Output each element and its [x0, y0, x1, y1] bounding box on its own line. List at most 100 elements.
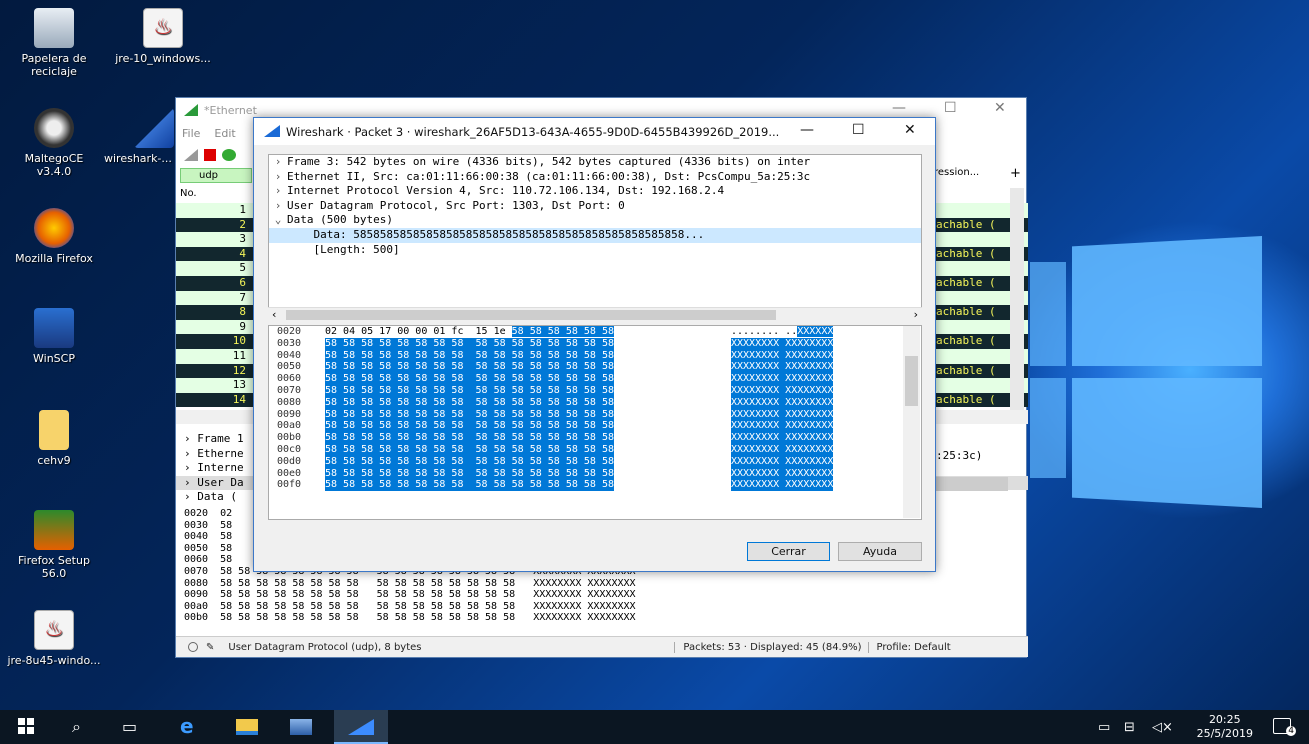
wireshark-fin-icon — [264, 125, 280, 137]
packet-info: achable ( — [936, 275, 996, 289]
packet-number: 7 — [239, 290, 246, 304]
tree-row-text: Frame 3: 542 bytes on wire (4336 bits), … — [287, 155, 811, 168]
packet-dialog[interactable]: Wireshark · Packet 3 · wireshark_26AF5D1… — [253, 117, 936, 572]
server-manager-icon[interactable] — [290, 719, 312, 735]
hex-bytes: 58 58 58 58 58 58 58 58 58 58 58 58 58 5… — [325, 479, 614, 492]
restart-capture-icon[interactable] — [222, 149, 236, 161]
network-icon[interactable]: ▭ — [1098, 720, 1110, 735]
hex-line: 00a0 58 58 58 58 58 58 58 58 58 58 58 58 … — [269, 420, 921, 433]
close-button[interactable]: Cerrar — [747, 542, 830, 561]
file-explorer-icon[interactable] — [236, 719, 258, 735]
scroll-thumb[interactable] — [905, 356, 918, 406]
hex-offset: 0040 — [277, 349, 302, 361]
tree-row[interactable]: Data: 5858585858585858585858585858585858… — [269, 227, 921, 243]
volume-muted-icon[interactable]: ◁× — [1152, 720, 1173, 735]
hex-ascii: XXXXXXXX XXXXXXXX — [731, 337, 834, 350]
stop-capture-icon[interactable] — [204, 149, 216, 161]
desktop-icon-firefox[interactable]: Mozilla Firefox — [6, 208, 102, 265]
hex-line: 0080 58 58 58 58 58 58 58 58 58 58 58 58 … — [269, 396, 921, 409]
dialog-titlebar[interactable]: Wireshark · Packet 3 · wireshark_26AF5D1… — [254, 118, 935, 145]
minimize-icon[interactable]: — — [800, 122, 814, 138]
hex-bytes-plain: 02 04 05 17 00 00 01 fc 15 1e — [325, 326, 512, 337]
display-filter-input[interactable]: udp — [180, 168, 252, 183]
hex-line: 0070 58 58 58 58 58 58 58 58 58 58 58 58 … — [269, 384, 921, 397]
notification-center-icon[interactable]: 4 — [1273, 718, 1296, 736]
close-icon[interactable]: ✕ — [904, 122, 916, 138]
desktop-icon-cehv9[interactable]: cehv9 — [6, 410, 102, 467]
hex-ascii: XXXXXXXX XXXXXXXX — [731, 408, 834, 421]
hex-offset: 0060 — [277, 373, 302, 385]
tree-row[interactable]: › Ethernet II, Src: ca:01:11:66:00:38 (ca… — [269, 170, 921, 185]
tree-row[interactable]: [Length: 500] — [269, 243, 921, 258]
tree-hscroll[interactable]: ‹ › — [268, 307, 922, 321]
help-button[interactable]: Ayuda — [838, 542, 922, 561]
edit-comment-icon[interactable]: ✎ — [206, 642, 214, 653]
packet-hex-pane[interactable]: 0020 02 04 05 17 00 00 01 fc 15 1e 58 58 … — [268, 325, 922, 520]
hex-ascii-selected: XXXXXX — [797, 326, 834, 337]
packet-info: achable ( — [936, 246, 996, 260]
hex-ascii: XXXXXXXX XXXXXXXX — [731, 420, 834, 433]
clock-date: 25/5/2019 — [1196, 727, 1253, 740]
tree-row-text: User Datagram Protocol, Src Port: 1303, … — [287, 198, 625, 212]
desktop-icon-jre10[interactable]: ♨ jre-10_windows... — [115, 8, 211, 65]
maximize-icon[interactable]: ☐ — [944, 100, 957, 116]
minimize-icon[interactable]: — — [892, 100, 906, 116]
hex-line: 0040 58 58 58 58 58 58 58 58 58 58 58 58 … — [269, 349, 921, 362]
scroll-right-icon[interactable]: › — [914, 308, 918, 321]
hex-ascii: XXXXXXXX XXXXXXXX — [731, 432, 834, 444]
status-packets: Packets: 53 · Displayed: 45 (84.9%) — [674, 641, 867, 653]
packet-number: 5 — [239, 261, 246, 275]
chevron-right-icon[interactable]: › — [269, 170, 287, 185]
shark-fin-icon[interactable] — [184, 149, 198, 161]
network-error-icon[interactable]: ⊟ — [1124, 720, 1135, 735]
desktop-icon-recycle-bin[interactable]: Papelera de reciclaje — [6, 8, 102, 78]
edge-icon[interactable]: e — [180, 714, 194, 738]
expression-button[interactable]: ression... — [934, 167, 996, 178]
packet-info: achable ( — [936, 363, 996, 377]
packet-number: 12 — [232, 363, 246, 377]
hex-ascii: XXXXXXXX XXXXXXXX — [731, 373, 834, 385]
scroll-thumb[interactable] — [286, 310, 776, 320]
task-view-icon[interactable]: ▭ — [122, 717, 137, 736]
windows-logo-pane — [1030, 262, 1066, 366]
hex-bytes: 58 58 58 58 58 58 58 58 58 58 58 58 58 5… — [325, 420, 614, 433]
status-profile[interactable]: Profile: Default — [867, 641, 951, 653]
hex-line: 0030 58 58 58 58 58 58 58 58 58 58 58 58 … — [269, 337, 921, 350]
clock[interactable]: 20:25 25/5/2019 — [1197, 713, 1253, 741]
search-icon[interactable]: ⌕ — [72, 717, 81, 737]
desktop-icon-firefox-setup[interactable]: Firefox Setup 56.0 — [6, 510, 102, 580]
maximize-icon[interactable]: ☐ — [852, 122, 865, 138]
start-icon[interactable] — [18, 718, 34, 734]
hex-line: 00b0 58 58 58 58 58 58 58 58 58 58 58 58… — [184, 612, 636, 624]
packet-list-scrollbar[interactable] — [1010, 188, 1024, 410]
scroll-left-icon[interactable]: ‹ — [272, 308, 276, 321]
chevron-right-icon[interactable]: › — [269, 155, 287, 170]
tree-row[interactable]: › Internet Protocol Version 4, Src: 110.7… — [269, 184, 921, 199]
notification-count: 4 — [1286, 726, 1296, 736]
chevron-down-icon[interactable]: ⌄ — [269, 213, 287, 228]
desktop-icon-jre8[interactable]: ♨ jre-8u45-windo... — [6, 610, 102, 667]
chevron-right-icon[interactable]: › — [269, 184, 287, 199]
menu-file[interactable]: File — [182, 127, 200, 140]
taskbar: ⌕ ▭ e ▭ ⊟ ◁× 20:25 25/5/2019 4 — [0, 710, 1309, 744]
tree-row[interactable]: ⌄ Data (500 bytes) — [269, 213, 921, 228]
desktop-icon-maltego[interactable]: MaltegoCE v3.4.0 — [6, 108, 102, 178]
chevron-right-icon[interactable]: › — [269, 199, 287, 214]
packet-detail-tree[interactable]: › Frame 3: 542 bytes on wire (4336 bits),… — [268, 154, 922, 321]
wireshark-taskbar-button[interactable] — [334, 710, 388, 744]
column-header-no[interactable]: No. — [180, 188, 197, 199]
hex-scrollbar[interactable] — [903, 326, 920, 518]
hex-ascii: ........ ..XXXXXX — [731, 326, 834, 338]
desktop-icon-wireshark[interactable]: wireshark-... — [104, 108, 176, 165]
hex-bytes-selected: 58 58 58 58 58 58 — [511, 326, 614, 337]
hex-bytes: 58 58 58 58 58 58 58 58 58 58 58 58 58 5… — [325, 432, 614, 444]
desktop-icon-winscp[interactable]: WinSCP — [6, 308, 102, 365]
tree-row[interactable]: › User Datagram Protocol, Src Port: 1303,… — [269, 199, 921, 214]
add-filter-button[interactable]: + — [1010, 166, 1021, 181]
menu-edit[interactable]: Edit — [214, 127, 235, 140]
close-icon[interactable]: ✕ — [994, 100, 1006, 116]
hex-bytes: 58 58 58 58 58 58 58 58 58 58 58 58 58 5… — [325, 443, 614, 456]
hex-bytes: 58 58 58 58 58 58 58 58 58 58 58 58 58 5… — [325, 396, 614, 409]
tree-row[interactable]: › Frame 3: 542 bytes on wire (4336 bits),… — [269, 155, 921, 170]
packet-number: 2 — [239, 217, 246, 231]
